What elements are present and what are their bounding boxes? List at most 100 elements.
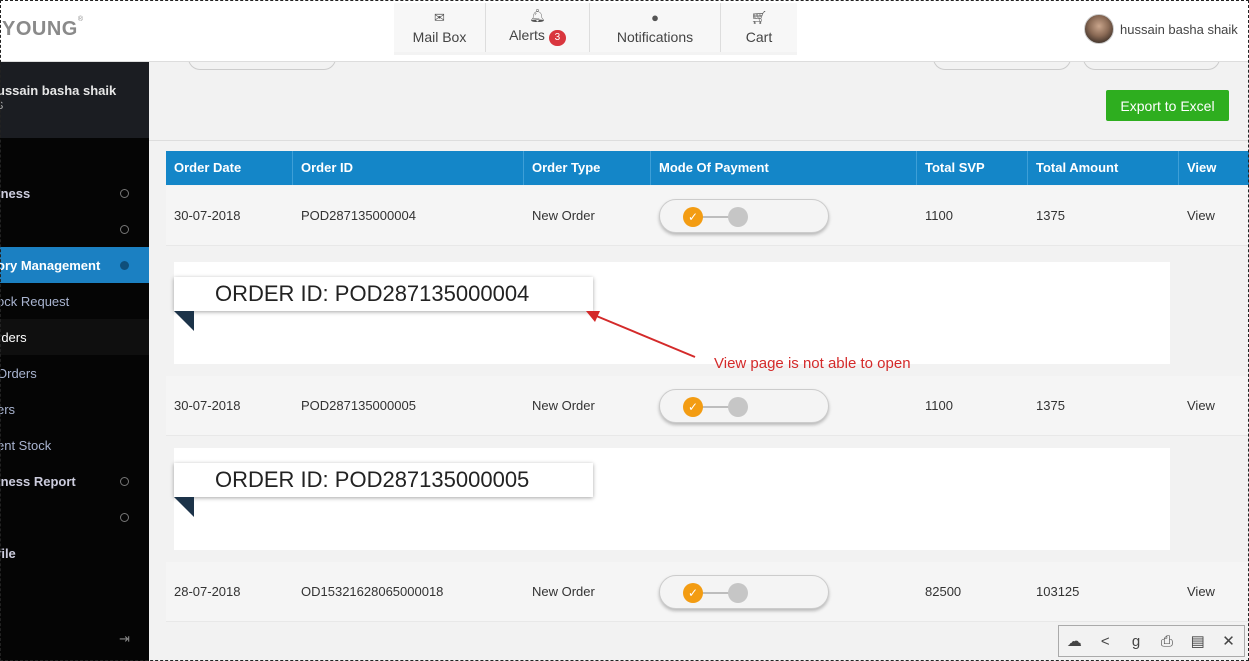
export-to-excel-button[interactable]: Export to Excel [1106, 90, 1229, 121]
nav-notifications-label: Notifications [616, 28, 694, 45]
toggle-knob [728, 207, 748, 227]
nav-mail-box-label: Mail Box [412, 28, 467, 45]
sidebar-item[interactable]: ock Request [0, 283, 149, 319]
expand-circle-icon [120, 225, 129, 234]
table-row[interactable]: 30-07-2018 POD287135000005 New Order ✓ 1… [166, 376, 1249, 436]
avatar [1084, 14, 1114, 44]
column-mode-of-payment: Mode Of Payment [651, 151, 917, 185]
mail-icon: ✉ [434, 9, 445, 25]
payment-toggle[interactable]: ✓ [659, 199, 829, 233]
sidebar-item-label: Orders [0, 365, 37, 381]
orders-table-header: Order Date Order ID Order Type Mode Of P… [166, 151, 1249, 185]
payment-toggle[interactable]: ✓ [659, 389, 829, 423]
cloud-upload-icon[interactable]: ☁ [1061, 632, 1087, 650]
column-order-id: Order ID [293, 151, 524, 185]
order-date-cell: 30-07-2018 [174, 208, 241, 223]
logout-icon[interactable]: ⇥ [119, 631, 130, 647]
payment-mode-cell: ✓ [651, 562, 917, 622]
table-row[interactable]: 30-07-2018 POD287135000004 New Order ✓ 1… [166, 186, 1249, 246]
toggle-knob [728, 397, 748, 417]
column-view: View [1187, 160, 1217, 175]
order-id-cell: POD287135000004 [301, 208, 416, 223]
view-link[interactable]: View [1179, 562, 1249, 622]
total-svp-cell: 1100 [925, 398, 953, 413]
google-icon[interactable]: g [1123, 633, 1149, 650]
sidebar-item[interactable]: iness [0, 175, 149, 211]
column-total-svp: Total SVP [917, 151, 1028, 185]
sidebar-item-label: ory Management [0, 257, 101, 273]
save-icon[interactable]: ▤ [1185, 632, 1211, 650]
sidebar-item[interactable]: iness Report [0, 463, 149, 499]
order-id-cell: OD15321628065000018 [301, 584, 444, 599]
close-icon[interactable]: ✕ [1216, 632, 1242, 650]
expand-circle-icon [120, 477, 129, 486]
view-link[interactable]: View [1179, 186, 1249, 246]
toggle-knob [728, 583, 748, 603]
sidebar-item[interactable] [0, 211, 149, 247]
expand-circle-icon [120, 261, 129, 270]
view-link[interactable]: View [1179, 376, 1249, 436]
sidebar-item[interactable]: ers [0, 391, 149, 427]
total-amount-cell: 1375 [1036, 398, 1065, 413]
user-menu[interactable]: hussain basha shaik [1084, 14, 1238, 44]
sidebar-profile-name: ussain basha shaik [0, 83, 117, 98]
sidebar-item[interactable]: ent Stock [0, 427, 149, 463]
nav-notifications[interactable]: ● Notifications [590, 3, 721, 52]
alerts-count-badge: 3 [548, 30, 566, 46]
cart-icon: 🛒︎ [750, 9, 768, 25]
nav-mail-box[interactable]: ✉ Mail Box [394, 3, 486, 52]
nav-alerts-label: Alerts [509, 27, 545, 43]
nav-alerts[interactable]: 🔔︎ Alerts 3 [486, 3, 590, 52]
sidebar-item[interactable]: Orders [0, 355, 149, 391]
sidebar-item[interactable]: rders [0, 319, 149, 355]
sidebar-item[interactable]: ory Management [0, 247, 149, 283]
sidebar-item-label: ock Request [0, 293, 70, 309]
order-id-cell: POD287135000005 [301, 398, 416, 413]
total-amount-cell: 103125 [1036, 584, 1080, 599]
sidebar-item[interactable]: file [0, 535, 149, 571]
total-svp-cell: 1100 [925, 208, 953, 223]
table-row[interactable]: 28-07-2018 OD15321628065000018 New Order… [166, 562, 1249, 622]
sidebar-item-label: ers [0, 401, 16, 417]
order-detail-panel: ORDER ID: POD287135000005 [174, 448, 1170, 550]
column-total-amount: Total Amount [1028, 151, 1179, 185]
total-svp-cell: 82500 [925, 584, 962, 599]
annotation-text: View page is not able to open [714, 355, 911, 372]
ribbon-fold [174, 311, 194, 331]
sidebar-item-label: iness [0, 185, 31, 201]
column-order-date: Order Date [166, 151, 293, 185]
top-nav: ✉ Mail Box 🔔︎ Alerts 3 ● Notifications 🛒︎… [394, 3, 797, 55]
check-icon: ✓ [683, 207, 703, 227]
check-icon: ✓ [683, 397, 703, 417]
order-id-ribbon: ORDER ID: POD287135000005 [174, 463, 593, 497]
ribbon-fold [174, 497, 194, 517]
sidebar-item-label: ent Stock [0, 437, 52, 453]
nav-cart[interactable]: 🛒︎ Cart [721, 3, 797, 52]
sidebar: ussain basha shaik S iness ory Management… [0, 62, 149, 661]
expand-circle-icon [120, 513, 129, 522]
sidebar-item-label: rders [0, 329, 27, 345]
order-id-ribbon: ORDER ID: POD287135000004 [174, 277, 593, 311]
nav-cart-label: Cart [745, 28, 773, 45]
sidebar-item-label: iness Report [0, 473, 76, 489]
sidebar-item[interactable] [0, 499, 149, 535]
sidebar-item-label: file [0, 545, 16, 561]
user-name: hussain basha shaik [1120, 21, 1238, 37]
payment-toggle[interactable]: ✓ [659, 575, 829, 609]
globe-icon: ● [651, 9, 659, 25]
share-icon[interactable]: < [1092, 633, 1118, 650]
payment-mode-cell: ✓ [651, 376, 917, 436]
expand-circle-icon [120, 189, 129, 198]
sidebar-profile-code: S [0, 100, 149, 112]
bell-icon: 🔔︎ [529, 8, 546, 23]
order-type-cell: New Order [532, 208, 595, 223]
brand-logo[interactable]: YOUNG® [2, 16, 84, 41]
annotation-arrow [586, 311, 696, 358]
divider [149, 140, 1249, 141]
order-date-cell: 30-07-2018 [174, 398, 241, 413]
column-order-type: Order Type [524, 151, 651, 185]
floating-toolbar: ☁ < g ⎙ ▤ ✕ [1058, 625, 1245, 657]
order-type-cell: New Order [532, 584, 595, 599]
order-type-cell: New Order [532, 398, 595, 413]
print-icon[interactable]: ⎙ [1154, 633, 1180, 650]
